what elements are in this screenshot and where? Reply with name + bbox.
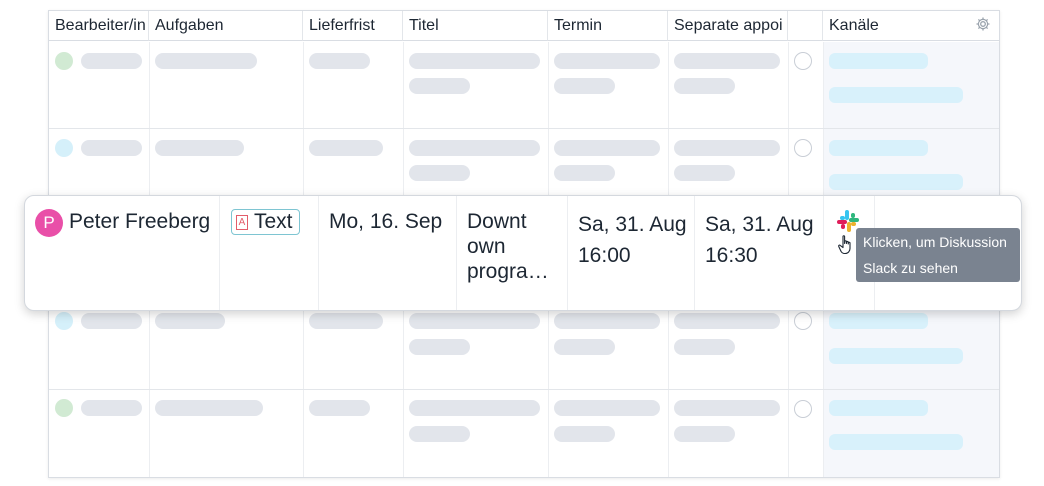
placeholder (554, 313, 660, 329)
placeholder (409, 339, 470, 355)
avatar (55, 52, 73, 70)
slack-tooltip: Klicken, um Diskussion Slack zu sehen (856, 228, 1020, 282)
placeholder (309, 400, 370, 416)
separate-appointment-time: 16:30 (705, 244, 758, 267)
placeholder (409, 140, 540, 156)
task-tag[interactable]: A Text (231, 209, 300, 235)
placeholder (155, 313, 225, 329)
placeholder (554, 78, 615, 94)
status-circle[interactable] (794, 139, 812, 157)
placeholder (554, 426, 615, 442)
placeholder (829, 87, 963, 103)
placeholder (674, 426, 735, 442)
appointment-date: Sa, 31. Aug (578, 213, 687, 236)
appointment-time: 16:00 (578, 244, 631, 267)
placeholder (674, 53, 780, 69)
status-circle[interactable] (794, 400, 812, 418)
placeholder (409, 313, 540, 329)
placeholder (155, 140, 244, 156)
column-header-status[interactable] (788, 11, 823, 41)
title-line: Downt (467, 210, 527, 233)
placeholder (409, 165, 470, 181)
placeholder (554, 53, 660, 69)
avatar (55, 139, 73, 157)
placeholder (674, 165, 735, 181)
placeholder (554, 400, 660, 416)
placeholder (554, 140, 660, 156)
placeholder (829, 174, 963, 190)
placeholder (409, 400, 540, 416)
placeholder (155, 53, 257, 69)
title-line: progra… (467, 260, 549, 283)
placeholder (829, 140, 928, 156)
column-header-deadline[interactable]: Lieferfrist (303, 11, 403, 41)
title-cell: Downt own progra… (457, 196, 568, 310)
placeholder (829, 53, 928, 69)
appointment-cell: Sa, 31. Aug 16:00 (568, 196, 695, 310)
column-header-tasks[interactable]: Aufgaben (149, 11, 303, 41)
hand-pointer-icon (837, 234, 855, 256)
title-line: own (467, 235, 506, 258)
placeholder (554, 165, 615, 181)
assignee-cell: P Peter Freeberg (25, 196, 220, 310)
placeholder (81, 140, 142, 156)
placeholder (409, 426, 470, 442)
placeholder (155, 400, 263, 416)
placeholder (309, 53, 370, 69)
placeholder (309, 313, 383, 329)
status-circle[interactable] (794, 52, 812, 70)
placeholder (309, 140, 383, 156)
separate-appointment-date: Sa, 31. Aug (705, 213, 814, 236)
assignee-name: Peter Freeberg (69, 210, 211, 233)
text-document-icon: A (236, 214, 248, 230)
column-header-appointment[interactable]: Termin (548, 11, 668, 41)
placeholder (674, 313, 780, 329)
placeholder (81, 53, 142, 69)
placeholder (674, 78, 735, 94)
separate-appointment-cell: Sa, 31. Aug 16:30 (695, 196, 824, 310)
gear-icon[interactable] (973, 16, 993, 36)
table-row[interactable] (49, 390, 999, 477)
placeholder (829, 434, 963, 450)
avatar (55, 399, 73, 417)
column-header-assignee[interactable]: Bearbeiter/in (49, 11, 149, 41)
placeholder (409, 78, 470, 94)
table-row[interactable] (49, 42, 999, 129)
placeholder (829, 400, 928, 416)
column-header-separate-appointment[interactable]: Separate appoi (668, 11, 788, 41)
tooltip-line: Slack zu sehen (863, 260, 958, 276)
placeholder (829, 313, 928, 329)
placeholder (829, 348, 963, 364)
column-header-title[interactable]: Titel (403, 11, 548, 41)
deadline-cell: Mo, 16. Sep (319, 196, 457, 310)
placeholder (81, 400, 142, 416)
task-tag-label: Text (254, 210, 293, 233)
highlighted-task-row[interactable]: P Peter Freeberg A Text Mo, 16. Sep Down… (24, 195, 1022, 311)
deadline-value: Mo, 16. Sep (329, 210, 443, 233)
placeholder (674, 140, 780, 156)
placeholder (409, 53, 540, 69)
placeholder (674, 400, 780, 416)
status-circle[interactable] (794, 312, 812, 330)
avatar (55, 312, 73, 330)
placeholder (554, 339, 615, 355)
placeholder (674, 339, 735, 355)
tooltip-line: Klicken, um Diskussion (863, 234, 1007, 250)
placeholder (81, 313, 142, 329)
avatar: P (35, 209, 63, 237)
